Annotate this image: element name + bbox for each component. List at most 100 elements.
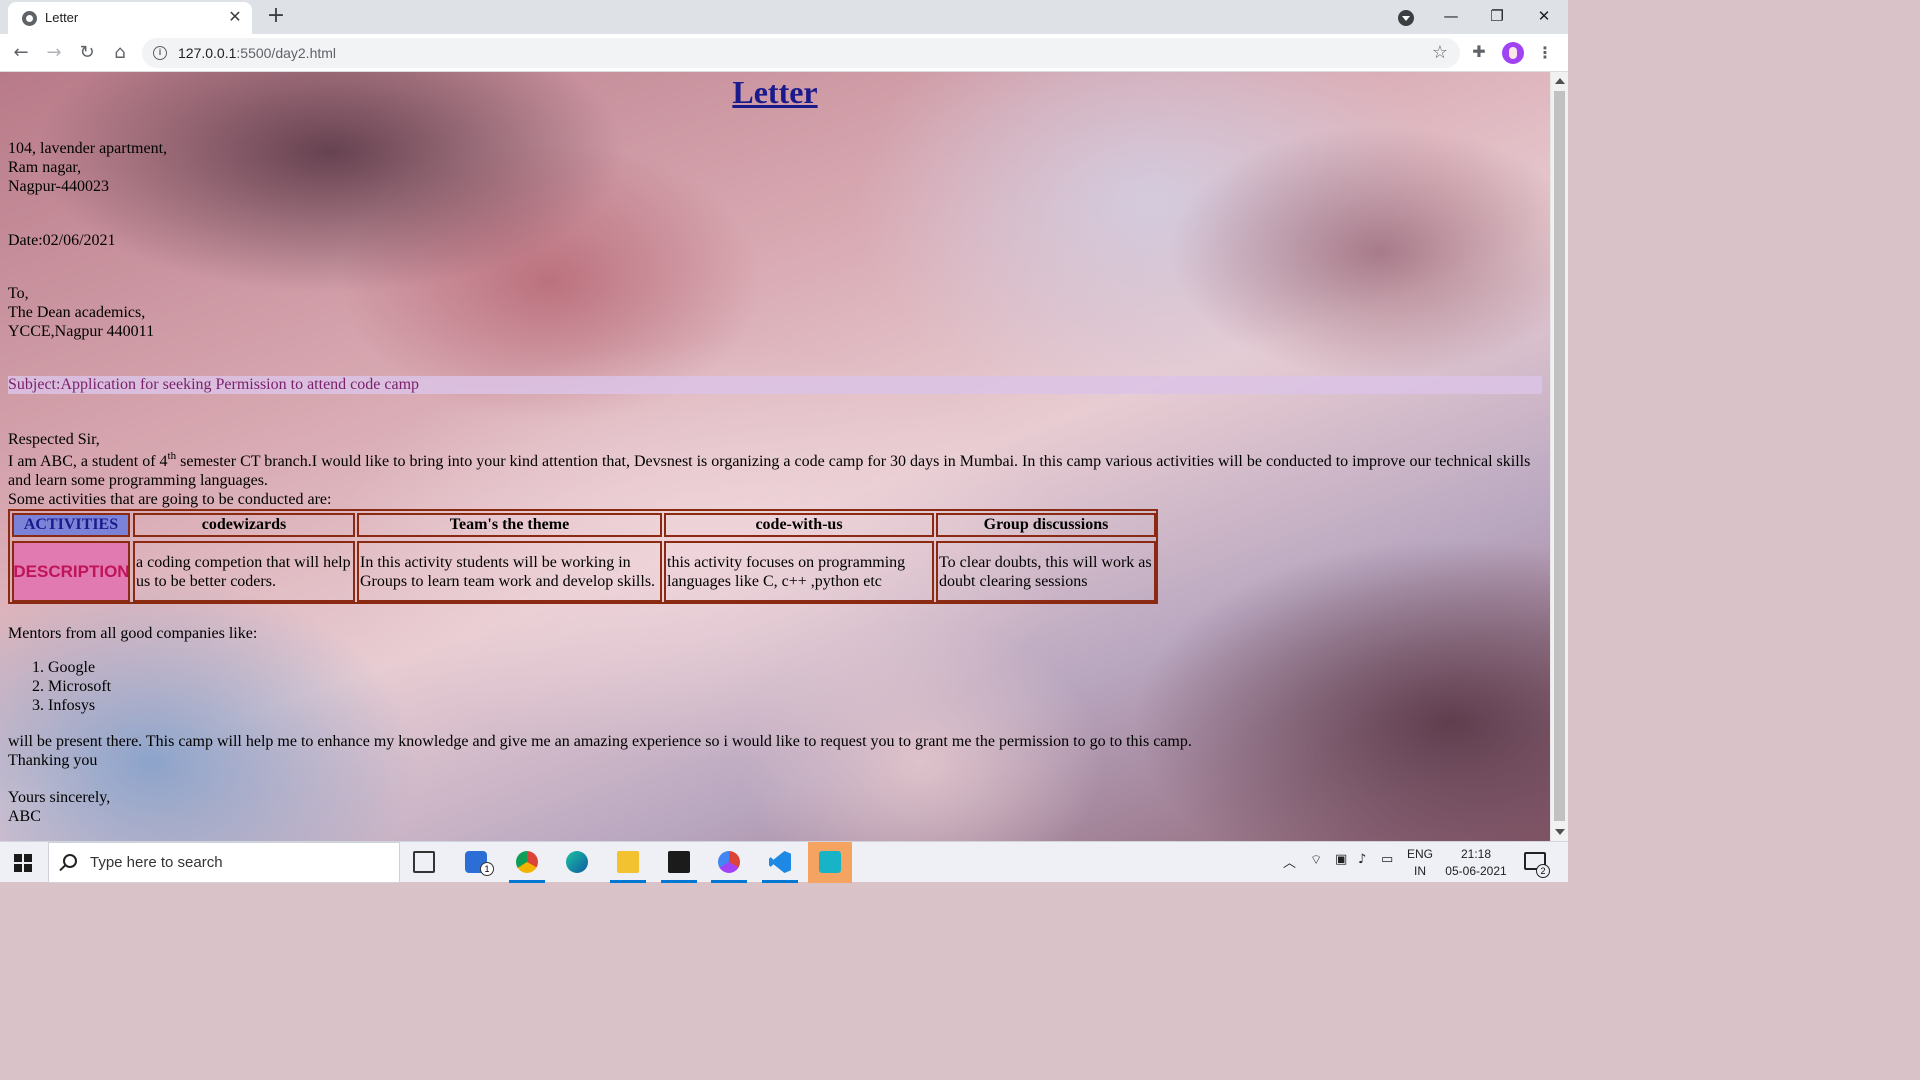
- address-line: 104, lavender apartment,: [8, 140, 168, 157]
- tab-title: Letter: [45, 10, 79, 25]
- activities-table: ACTIVITIES codewizards Team's the theme …: [8, 509, 1158, 604]
- page-viewport: Letter 104, lavender apartment, Ram naga…: [0, 72, 1550, 841]
- clock-date: 05-06-2021: [1445, 864, 1507, 878]
- activity-description: To clear doubts, this will work as doubt…: [936, 541, 1156, 602]
- running-indicator: [661, 880, 697, 883]
- letter-title: Letter: [732, 74, 818, 110]
- running-indicator: [711, 880, 747, 883]
- microphone-icon[interactable]: ♪: [1358, 852, 1366, 867]
- globe-icon: [22, 11, 37, 26]
- running-indicator: [509, 880, 545, 883]
- scroll-thumb[interactable]: [1554, 91, 1565, 821]
- site-info-icon[interactable]: i: [153, 46, 167, 60]
- system-clock[interactable]: 21:18 05-06-2021: [1444, 846, 1508, 880]
- close-tab-icon[interactable]: ✕: [226, 8, 244, 26]
- recipient-line: The Dean academics,: [8, 304, 146, 321]
- running-indicator: [762, 880, 798, 883]
- lang-code: ENG: [1406, 847, 1433, 861]
- url-text[interactable]: 127.0.0.1:5500/day2.html: [178, 45, 336, 61]
- company-list: 1. Google 2. Microsoft 3. Infosys: [32, 658, 111, 715]
- file-explorer-icon[interactable]: [606, 842, 650, 883]
- closing-paragraph: will be present there. This camp will he…: [8, 732, 1192, 770]
- activity-description: a coding competion that will help us to …: [133, 541, 355, 602]
- url-path: :5500/day2.html: [236, 45, 337, 61]
- subject-line: Subject:Application for seeking Permissi…: [8, 376, 1542, 394]
- chrome-app-icon[interactable]: [505, 842, 549, 883]
- windows-taskbar: Type here to search 1 ︿ ⌔ ▣ ♪ ▭ ENG IN 2…: [0, 841, 1568, 883]
- windows-start-icon[interactable]: [14, 854, 32, 872]
- search-placeholder: Type here to search: [90, 854, 223, 871]
- back-arrow-icon[interactable]: ←: [10, 42, 32, 64]
- signature-text: ABC: [8, 808, 41, 825]
- vertical-scrollbar[interactable]: [1550, 72, 1568, 841]
- sender-address: 104, lavender apartment, Ram nagar, Nagp…: [8, 139, 167, 196]
- taskbar-search[interactable]: Type here to search: [48, 842, 400, 883]
- address-bar[interactable]: i 127.0.0.1:5500/day2.html ☆: [142, 38, 1460, 68]
- letter-date: Date:02/06/2021: [8, 232, 116, 249]
- browser-toolbar: ← → ↻ ⌂ i 127.0.0.1:5500/day2.html ☆ ✚ ⋮: [0, 34, 1568, 72]
- language-indicator[interactable]: ENG IN: [1402, 846, 1438, 880]
- list-item: 2. Microsoft: [32, 678, 112, 695]
- browser-profile-app-icon[interactable]: [707, 842, 751, 883]
- clock-time: 21:18: [1460, 847, 1492, 861]
- activity-description: this activity focuses on programming lan…: [664, 541, 934, 602]
- mail-badge: 1: [480, 862, 494, 876]
- sign-off: Yours sincerely, ABC: [8, 788, 110, 826]
- reload-icon[interactable]: ↻: [76, 42, 98, 64]
- activity-name: code-with-us: [664, 513, 934, 537]
- show-hidden-icons-chevron-icon[interactable]: ︿: [1283, 852, 1296, 871]
- recipient-line: To,: [8, 285, 29, 302]
- close-window-button[interactable]: ✕: [1531, 4, 1557, 28]
- profile-avatar[interactable]: [1502, 42, 1524, 64]
- sign-off-text: Yours sincerely,: [8, 789, 111, 806]
- extensions-puzzle-icon[interactable]: ✚: [1470, 43, 1488, 61]
- forward-arrow-icon[interactable]: →: [43, 42, 65, 64]
- ordinal-suffix: th: [167, 450, 177, 462]
- activities-intro: Some activities that are going to be con…: [8, 491, 332, 508]
- address-line: Nagpur-440023: [8, 178, 109, 195]
- activities-header: ACTIVITIES: [12, 513, 130, 537]
- body-intro-text: I am ABC, a student of 4: [8, 453, 168, 470]
- recipient-address: To, The Dean academics, YCCE,Nagpur 4400…: [8, 284, 154, 341]
- region-code: IN: [1414, 864, 1426, 878]
- tab-search-icon[interactable]: [1398, 10, 1414, 26]
- address-line: Ram nagar,: [8, 159, 82, 176]
- new-tab-button[interactable]: +: [265, 5, 287, 27]
- search-icon: [63, 854, 77, 868]
- body-intro: I am ABC, a student of 4th semester CT b…: [8, 450, 1538, 490]
- activity-name: codewizards: [133, 513, 355, 537]
- task-view-icon[interactable]: [402, 842, 446, 883]
- body-intro-rest: semester CT branch.I would like to bring…: [8, 453, 1531, 489]
- thanks-text: Thanking you: [8, 752, 98, 769]
- closing-text: will be present there. This camp will he…: [8, 733, 1192, 750]
- home-icon[interactable]: ⌂: [109, 42, 131, 64]
- scroll-up-arrow-icon[interactable]: [1555, 78, 1565, 84]
- snipping-tool-icon[interactable]: [808, 842, 852, 883]
- minimize-button[interactable]: —: [1438, 4, 1464, 28]
- mentors-intro: Mentors from all good companies like:: [8, 625, 258, 642]
- recipient-line: YCCE,Nagpur 440011: [8, 323, 155, 340]
- display-icon[interactable]: ▣: [1335, 852, 1347, 867]
- browser-menu-icon[interactable]: ⋮: [1536, 42, 1554, 64]
- restore-button[interactable]: ❐: [1484, 4, 1510, 28]
- list-item: 1. Google: [32, 659, 96, 676]
- activity-name: Group discussions: [936, 513, 1156, 537]
- notification-count-badge: 2: [1536, 864, 1550, 878]
- tab-strip: Letter ✕ + — ❐ ✕: [0, 0, 1568, 34]
- list-item: 3. Infosys: [32, 697, 96, 714]
- sticky-notes-icon[interactable]: [657, 842, 701, 883]
- battery-icon[interactable]: ▭: [1381, 852, 1393, 867]
- vscode-app-icon[interactable]: [758, 842, 802, 883]
- browser-tab[interactable]: Letter ✕: [8, 2, 252, 34]
- scroll-down-arrow-icon[interactable]: [1555, 829, 1565, 835]
- activity-name: Team's the theme: [357, 513, 662, 537]
- url-host: 127.0.0.1: [178, 45, 237, 61]
- running-indicator: [610, 880, 646, 883]
- edge-app-icon[interactable]: [555, 842, 599, 883]
- mail-app-icon[interactable]: 1: [454, 842, 498, 883]
- description-header: DESCRIPTION: [12, 541, 130, 602]
- bookmark-star-icon[interactable]: ☆: [1432, 42, 1448, 63]
- salutation: Respected Sir,: [8, 431, 100, 448]
- wifi-icon[interactable]: ⌔: [1310, 852, 1322, 868]
- activity-description: In this activity students will be workin…: [357, 541, 662, 602]
